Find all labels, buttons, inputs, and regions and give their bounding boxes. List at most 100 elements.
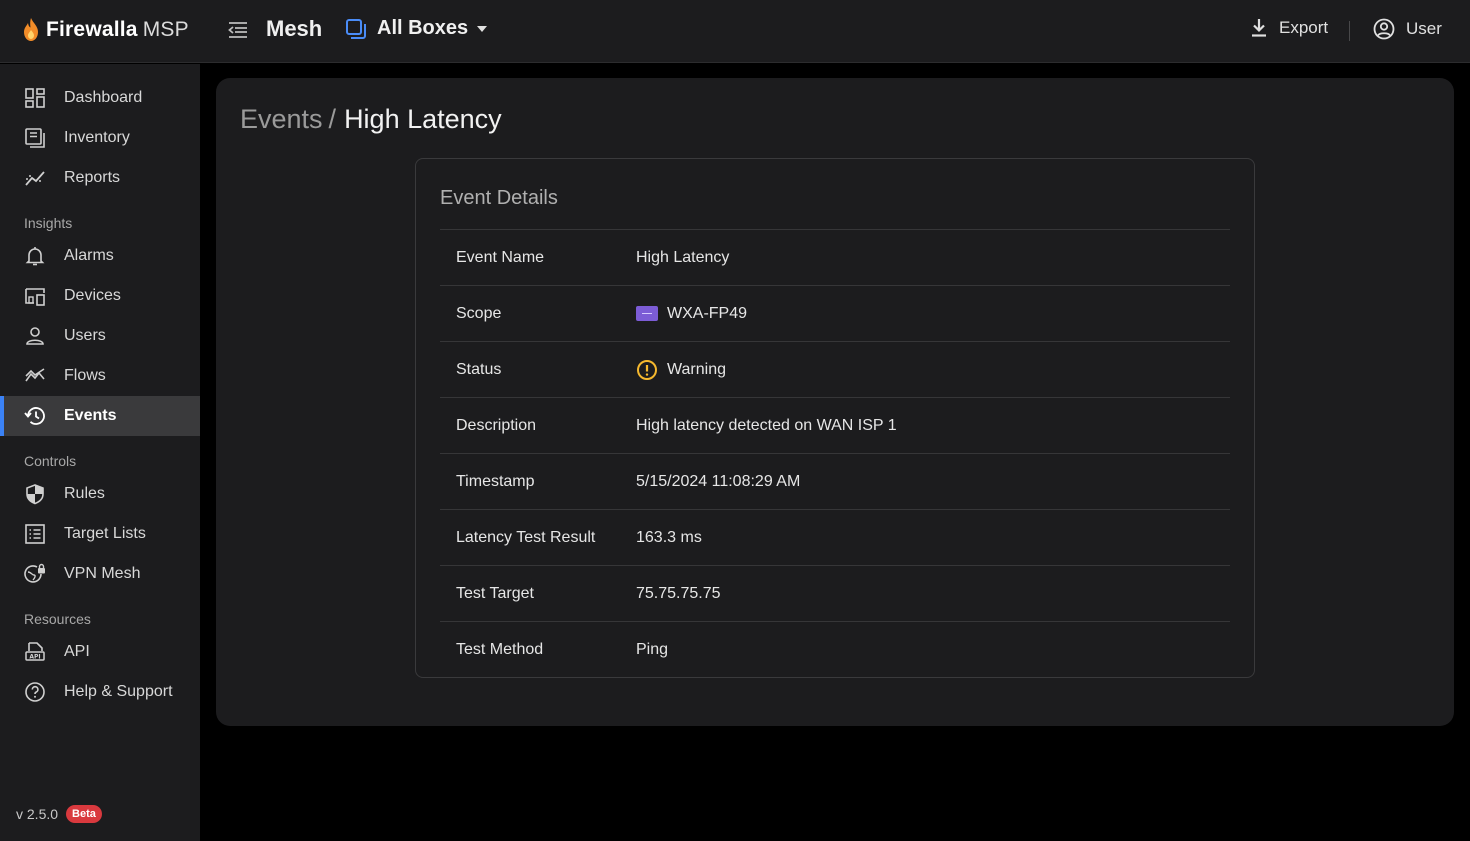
box-selector-dropdown[interactable]: All Boxes [345,17,488,40]
sidebar-item-label: Help & Support [64,683,173,700]
section-label-insights: Insights [24,215,73,231]
sidebar-item-label: Dashboard [64,89,143,106]
devices-icon [25,288,45,306]
bell-icon [25,247,45,266]
detail-row-description: Description High latency detected on WAN… [440,397,1230,453]
app-title: Mesh [266,16,323,41]
header-divider [1349,21,1350,41]
sidebar-item-help-support[interactable]: Help & Support [0,672,200,712]
detail-value: Warning [667,360,726,378]
main-panel: Events / High Latency Event Details Even… [216,78,1454,726]
boxes-icon [346,18,366,39]
scope-value[interactable]: WXA-FP49 [636,305,747,323]
sidebar-item-flows[interactable]: Flows [0,356,200,396]
sidebar-item-label: Target Lists [64,525,146,542]
menu-collapse-icon [228,22,247,38]
version-info: v 2.5.0 Beta [16,805,102,823]
detail-key: Status [456,360,502,378]
sidebar-item-devices[interactable]: Devices [0,276,200,316]
inventory-icon [25,128,45,148]
sidebar-item-users[interactable]: Users [0,316,200,356]
sidebar-item-inventory[interactable]: Inventory [0,118,200,158]
sidebar-item-label: Users [64,327,106,344]
flame-icon [24,18,38,41]
warning-icon [637,359,657,380]
detail-key: Event Name [456,248,545,266]
detail-value: 75.75.75.75 [636,584,721,602]
box-device-icon [636,306,658,321]
detail-row-status: Status Warning [440,341,1230,397]
status-value: Warning [636,359,726,381]
breadcrumb-events-link[interactable]: Events [240,104,323,135]
event-details-card: Event Details Event Name High Latency Sc… [415,158,1255,678]
sidebar-item-label: Inventory [64,129,130,146]
sidebar-item-label: Rules [64,485,105,502]
detail-value: High latency detected on WAN ISP 1 [636,416,897,434]
menu-toggle-button[interactable] [226,18,250,42]
sidebar-item-label: Devices [64,287,121,304]
breadcrumb: Events / High Latency [240,104,502,135]
sidebar-item-label: API [64,643,90,660]
sidebar-item-reports[interactable]: Reports [0,158,200,198]
user-circle-icon [1373,18,1395,40]
detail-row-scope: Scope WXA-FP49 [440,285,1230,341]
sidebar-item-label: Alarms [64,247,114,264]
detail-row-test-method: Test Method Ping [440,621,1230,677]
detail-row-latency-result: Latency Test Result 163.3 ms [440,509,1230,565]
brand-sub: MSP [142,18,189,41]
sidebar-item-label: Reports [64,169,121,186]
sidebar: Dashboard Inventory Reports Insights Ala… [0,64,200,841]
sidebar-item-rules[interactable]: Rules [0,474,200,514]
brand-name: Firewalla [46,18,138,41]
detail-value: Ping [636,640,669,658]
user-menu-button[interactable]: User [1373,18,1442,40]
list-icon [25,524,45,544]
globe-lock-icon [24,563,45,583]
box-selector-label: All Boxes [377,17,469,39]
detail-key: Scope [456,304,502,322]
help-icon [25,682,45,702]
reports-icon [25,171,45,186]
details-table: Event Name High Latency Scope WXA-FP49 S… [440,229,1230,677]
page-title: High Latency [344,104,502,134]
detail-value: 5/15/2024 11:08:29 AM [636,472,801,490]
sidebar-item-dashboard[interactable]: Dashboard [0,78,200,118]
breadcrumb-separator: / [328,104,337,134]
section-label-controls: Controls [24,453,77,469]
user-label: User [1406,19,1442,38]
detail-key: Test Method [456,640,544,658]
section-label-resources: Resources [24,611,91,627]
sidebar-item-label: VPN Mesh [64,565,141,582]
sidebar-item-events[interactable]: Events [0,396,200,436]
detail-row-test-target: Test Target 75.75.75.75 [440,565,1230,621]
download-icon [1252,19,1266,37]
export-label: Export [1279,18,1329,37]
sidebar-item-api[interactable]: API API [0,632,200,672]
version-text: v 2.5.0 [16,806,59,822]
sidebar-item-target-lists[interactable]: Target Lists [0,514,200,554]
caret-down-icon [477,25,488,32]
detail-row-event-name: Event Name High Latency [440,229,1230,285]
detail-value: 163.3 ms [636,528,702,546]
detail-value: High Latency [636,248,730,266]
detail-key: Timestamp [456,472,535,490]
detail-row-timestamp: Timestamp 5/15/2024 11:08:29 AM [440,453,1230,509]
flows-icon [25,368,45,382]
shield-icon [26,484,44,505]
export-button[interactable]: Export [1250,18,1328,38]
svg-text:API: API [29,654,40,661]
detail-key: Description [456,416,537,434]
sidebar-item-label: Events [64,407,117,424]
sidebar-item-label: Flows [64,367,106,384]
sidebar-item-vpn-mesh[interactable]: VPN Mesh [0,554,200,594]
history-icon [24,407,45,425]
dashboard-icon [25,88,45,108]
beta-badge: Beta [66,805,102,823]
detail-key: Test Target [456,584,534,602]
api-doc-icon: API [25,642,45,661]
card-title: Event Details [440,187,558,209]
user-icon [26,327,44,345]
sidebar-item-alarms[interactable]: Alarms [0,236,200,276]
firewalla-logo[interactable]: Firewalla MSP [22,16,189,44]
detail-key: Latency Test Result [456,528,596,546]
